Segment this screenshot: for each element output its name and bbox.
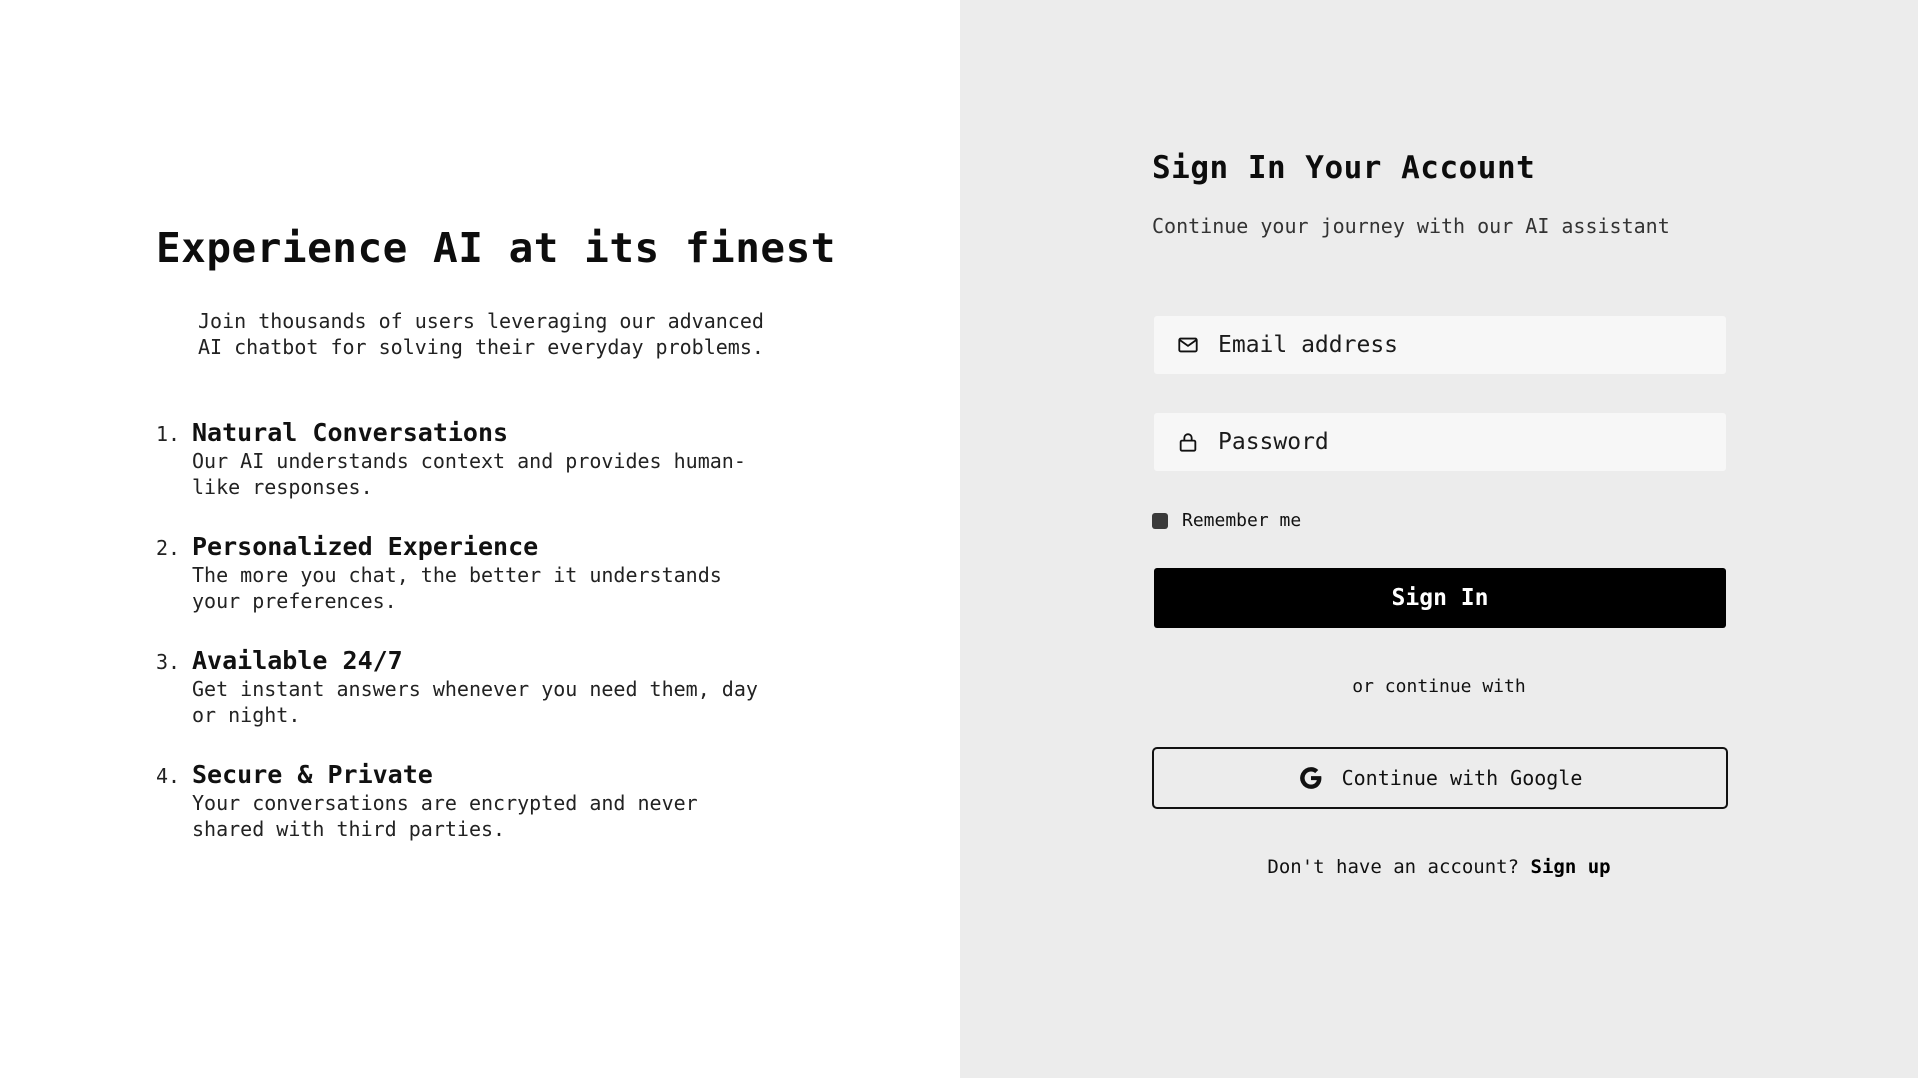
signin-panel: Sign In Your Account Continue your journ… [960,0,1918,1078]
feature-title: Natural Conversations [192,418,509,447]
form-subtitle: Continue your journey with our AI assist… [1152,214,1670,238]
hero-title: Experience AI at its finest [156,224,836,272]
signin-form: Sign In Your Account Continue your journ… [1152,150,1728,878]
signup-prompt: Don't have an account? [1267,856,1520,878]
google-label: Continue with Google [1341,766,1583,790]
divider-text: or continue with [1352,676,1526,697]
marketing-panel: Experience AI at its finest Join thousan… [0,0,960,1078]
feature-body: Personalized Experience The more you cha… [192,532,796,614]
feature-description: Our AI understands context and provides … [192,449,746,499]
password-field[interactable] [1154,413,1726,471]
feature-number: 2. [156,536,181,560]
email-input[interactable] [1218,332,1698,358]
feature-description: Get instant answers whenever you need th… [192,677,758,727]
signup-row: Don't have an account? Sign up [1152,856,1726,878]
signin-page: Experience AI at its finest Join thousan… [0,0,1918,1078]
feature-number: 1. [156,422,181,446]
feature-description: Your conversations are encrypted and nev… [192,791,698,841]
feature-title: Available 24/7 [192,646,403,675]
feature-item: 4. Secure & Private Your conversations a… [156,760,796,842]
feature-body: Secure & Private Your conversations are … [192,760,796,842]
feature-body: Natural Conversations Our AI understands… [192,418,796,500]
feature-list: 1. Natural Conversations Our AI understa… [156,418,796,874]
google-signin-button[interactable]: Continue with Google [1152,747,1728,809]
form-title: Sign In Your Account [1152,150,1536,186]
sign-in-button[interactable]: Sign In [1154,568,1726,628]
password-input[interactable] [1218,429,1698,455]
feature-title: Secure & Private [192,760,433,789]
remember-label: Remember me [1182,510,1302,531]
feature-item: 1. Natural Conversations Our AI understa… [156,418,796,500]
feature-item: 2. Personalized Experience The more you … [156,532,796,614]
feature-title: Personalized Experience [192,532,539,561]
email-field[interactable] [1154,316,1726,374]
feature-item: 3. Available 24/7 Get instant answers wh… [156,646,796,728]
lock-icon [1176,430,1200,454]
remember-checkbox[interactable] [1152,512,1168,529]
google-icon [1298,765,1324,791]
hero-subtitle: Join thousands of users leveraging our a… [198,309,764,359]
signup-link[interactable]: Sign up [1531,856,1611,878]
remember-me[interactable]: Remember me [1152,510,1301,531]
feature-number: 4. [156,764,181,788]
feature-description: The more you chat, the better it underst… [192,563,722,613]
feature-body: Available 24/7 Get instant answers whene… [192,646,796,728]
mail-icon [1176,333,1200,357]
feature-number: 3. [156,650,181,674]
